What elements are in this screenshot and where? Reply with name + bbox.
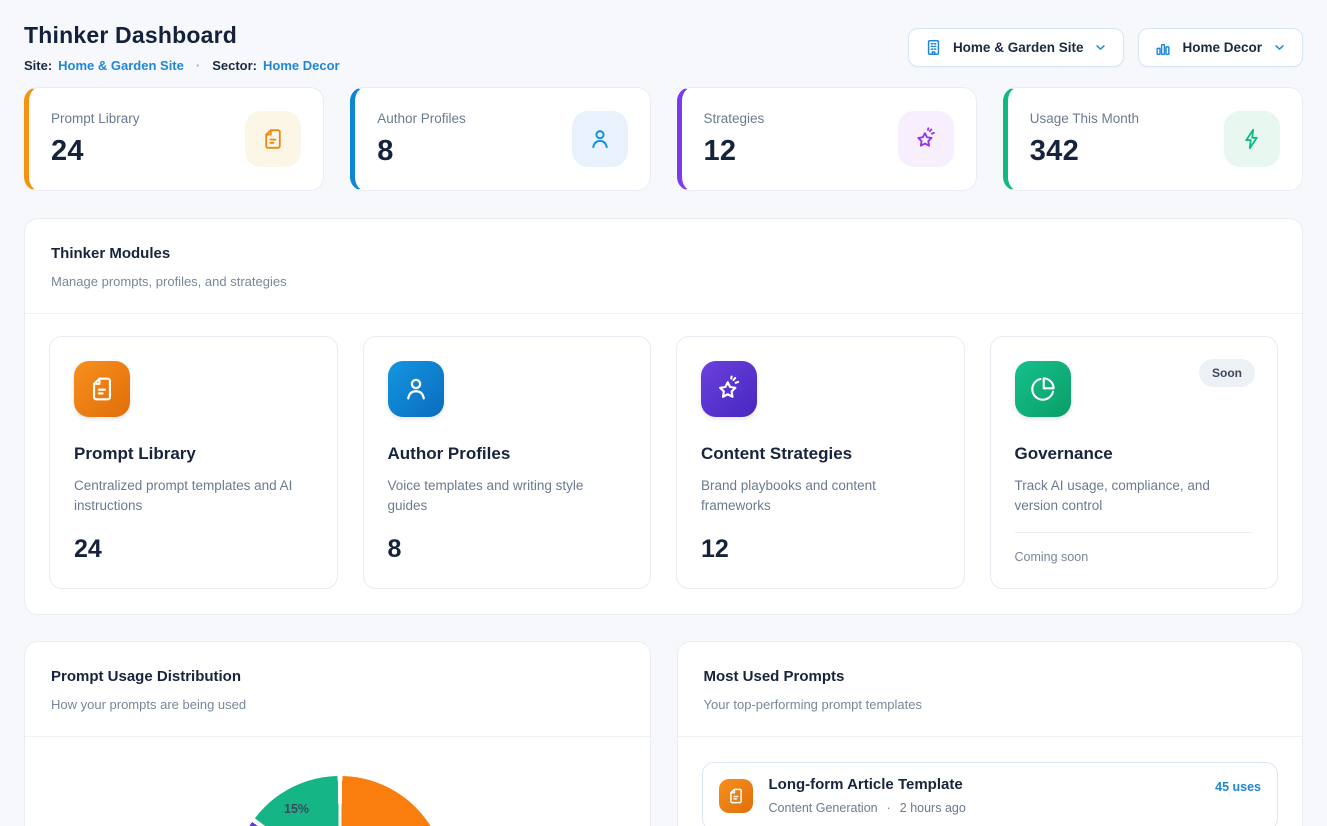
sparkle-star-icon <box>898 111 954 167</box>
pie-chart-icon <box>1015 361 1071 417</box>
document-icon <box>74 361 130 417</box>
dashboard-page: Thinker Dashboard Site: Home & Garden Si… <box>0 0 1327 826</box>
prompts-subtitle: Your top-performing prompt templates <box>704 697 1277 712</box>
stat-card-prompt-library: Prompt Library 24 <box>24 87 324 191</box>
coming-soon-text: Coming soon <box>1015 532 1254 564</box>
modules-subtitle: Manage prompts, profiles, and strategies <box>51 274 1276 289</box>
modules-title: Thinker Modules <box>51 245 1276 262</box>
module-description: Track AI usage, compliance, and version … <box>1015 476 1254 517</box>
person-icon <box>388 361 444 417</box>
thinker-modules-card: Thinker Modules Manage prompts, profiles… <box>24 218 1303 615</box>
person-icon <box>572 111 628 167</box>
stat-label: Strategies <box>704 111 765 126</box>
top-bar: Thinker Dashboard Site: Home & Garden Si… <box>24 22 1303 73</box>
chart-subtitle: How your prompts are being used <box>51 697 624 712</box>
module-card-content-strategies[interactable]: Content Strategies Brand playbooks and c… <box>676 336 965 589</box>
sector-link[interactable]: Home Decor <box>263 58 340 73</box>
breadcrumb: Site: Home & Garden Site · Sector: Home … <box>24 58 340 73</box>
stat-card-usage: Usage This Month 342 <box>1003 87 1303 191</box>
prompt-list-item[interactable]: Long-form Article Template Content Gener… <box>702 762 1279 826</box>
soon-badge: Soon <box>1199 359 1255 387</box>
chevron-down-icon <box>1272 40 1287 55</box>
stat-card-strategies: Strategies 12 <box>677 87 977 191</box>
prompt-category: Content Generation <box>769 801 878 815</box>
module-count: 8 <box>388 535 627 564</box>
module-card-governance[interactable]: Soon Governance Track AI usage, complian… <box>990 336 1279 589</box>
document-icon <box>719 779 753 813</box>
prompts-list: Long-form Article Template Content Gener… <box>678 737 1303 826</box>
header-selectors: Home & Garden Site Home Decor <box>908 28 1303 67</box>
stat-value: 12 <box>704 135 765 168</box>
module-title: Content Strategies <box>701 444 940 464</box>
stat-label: Usage This Month <box>1030 111 1139 126</box>
stat-label: Prompt Library <box>51 111 140 126</box>
module-description: Centralized prompt templates and AI inst… <box>74 476 313 517</box>
module-description: Voice templates and writing style guides <box>388 476 627 517</box>
bottom-row: Prompt Usage Distribution How your promp… <box>24 641 1303 826</box>
module-card-author-profiles[interactable]: Author Profiles Voice templates and writ… <box>363 336 652 589</box>
uses-count: 45 uses <box>1215 776 1261 794</box>
sector-selector-value: Home Decor <box>1182 40 1262 55</box>
breadcrumb-dot: · <box>196 58 200 73</box>
prompt-item-main: Long-form Article Template Content Gener… <box>769 776 966 815</box>
site-link[interactable]: Home & Garden Site <box>58 58 184 73</box>
chevron-down-icon <box>1093 40 1108 55</box>
module-title: Prompt Library <box>74 444 313 464</box>
page-title: Thinker Dashboard <box>24 22 340 49</box>
most-used-prompts-card: Most Used Prompts Your top-performing pr… <box>677 641 1304 826</box>
prompt-item-meta: Content Generation · 2 hours ago <box>769 801 966 815</box>
chart-header: Prompt Usage Distribution How your promp… <box>25 642 650 736</box>
prompts-title: Most Used Prompts <box>704 668 1277 685</box>
meta-dot: · <box>887 801 891 815</box>
document-icon <box>245 111 301 167</box>
modules-grid: Prompt Library Centralized prompt templa… <box>25 314 1302 614</box>
sparkle-star-icon <box>701 361 757 417</box>
stat-label: Author Profiles <box>377 111 466 126</box>
stat-card-author-profiles: Author Profiles 8 <box>350 87 650 191</box>
stat-value: 342 <box>1030 135 1139 168</box>
stat-value: 8 <box>377 135 466 168</box>
lightning-icon <box>1224 111 1280 167</box>
stat-value: 24 <box>51 135 140 168</box>
stat-text: Usage This Month 342 <box>1030 111 1139 168</box>
site-selector-value: Home & Garden Site <box>953 40 1084 55</box>
module-card-prompt-library[interactable]: Prompt Library Centralized prompt templa… <box>49 336 338 589</box>
usage-donut: 15% <box>233 776 447 826</box>
modules-header: Thinker Modules Manage prompts, profiles… <box>25 219 1302 313</box>
module-count: 12 <box>701 535 940 564</box>
prompt-usage-card: Prompt Usage Distribution How your promp… <box>24 641 651 826</box>
header-left: Thinker Dashboard Site: Home & Garden Si… <box>24 22 340 73</box>
module-title: Author Profiles <box>388 444 627 464</box>
chart-title: Prompt Usage Distribution <box>51 668 624 685</box>
module-title: Governance <box>1015 444 1254 464</box>
prompts-header: Most Used Prompts Your top-performing pr… <box>678 642 1303 736</box>
sector-label: Sector: <box>212 58 257 73</box>
module-count: 24 <box>74 535 313 564</box>
stat-text: Strategies 12 <box>704 111 765 168</box>
prompt-time: 2 hours ago <box>900 801 966 815</box>
stat-text: Author Profiles 8 <box>377 111 466 168</box>
site-label: Site: <box>24 58 52 73</box>
module-description: Brand playbooks and content frameworks <box>701 476 940 517</box>
bar-chart-icon <box>1154 39 1172 57</box>
site-selector-dropdown[interactable]: Home & Garden Site <box>908 28 1125 67</box>
building-icon <box>924 38 943 57</box>
stats-row: Prompt Library 24 Author Profiles 8 <box>24 87 1303 191</box>
prompt-item-title: Long-form Article Template <box>769 776 966 793</box>
donut-chart-area: 15% <box>25 737 650 826</box>
donut-segment-label: 15% <box>284 802 309 816</box>
sector-selector-dropdown[interactable]: Home Decor <box>1138 28 1303 67</box>
stat-text: Prompt Library 24 <box>51 111 140 168</box>
